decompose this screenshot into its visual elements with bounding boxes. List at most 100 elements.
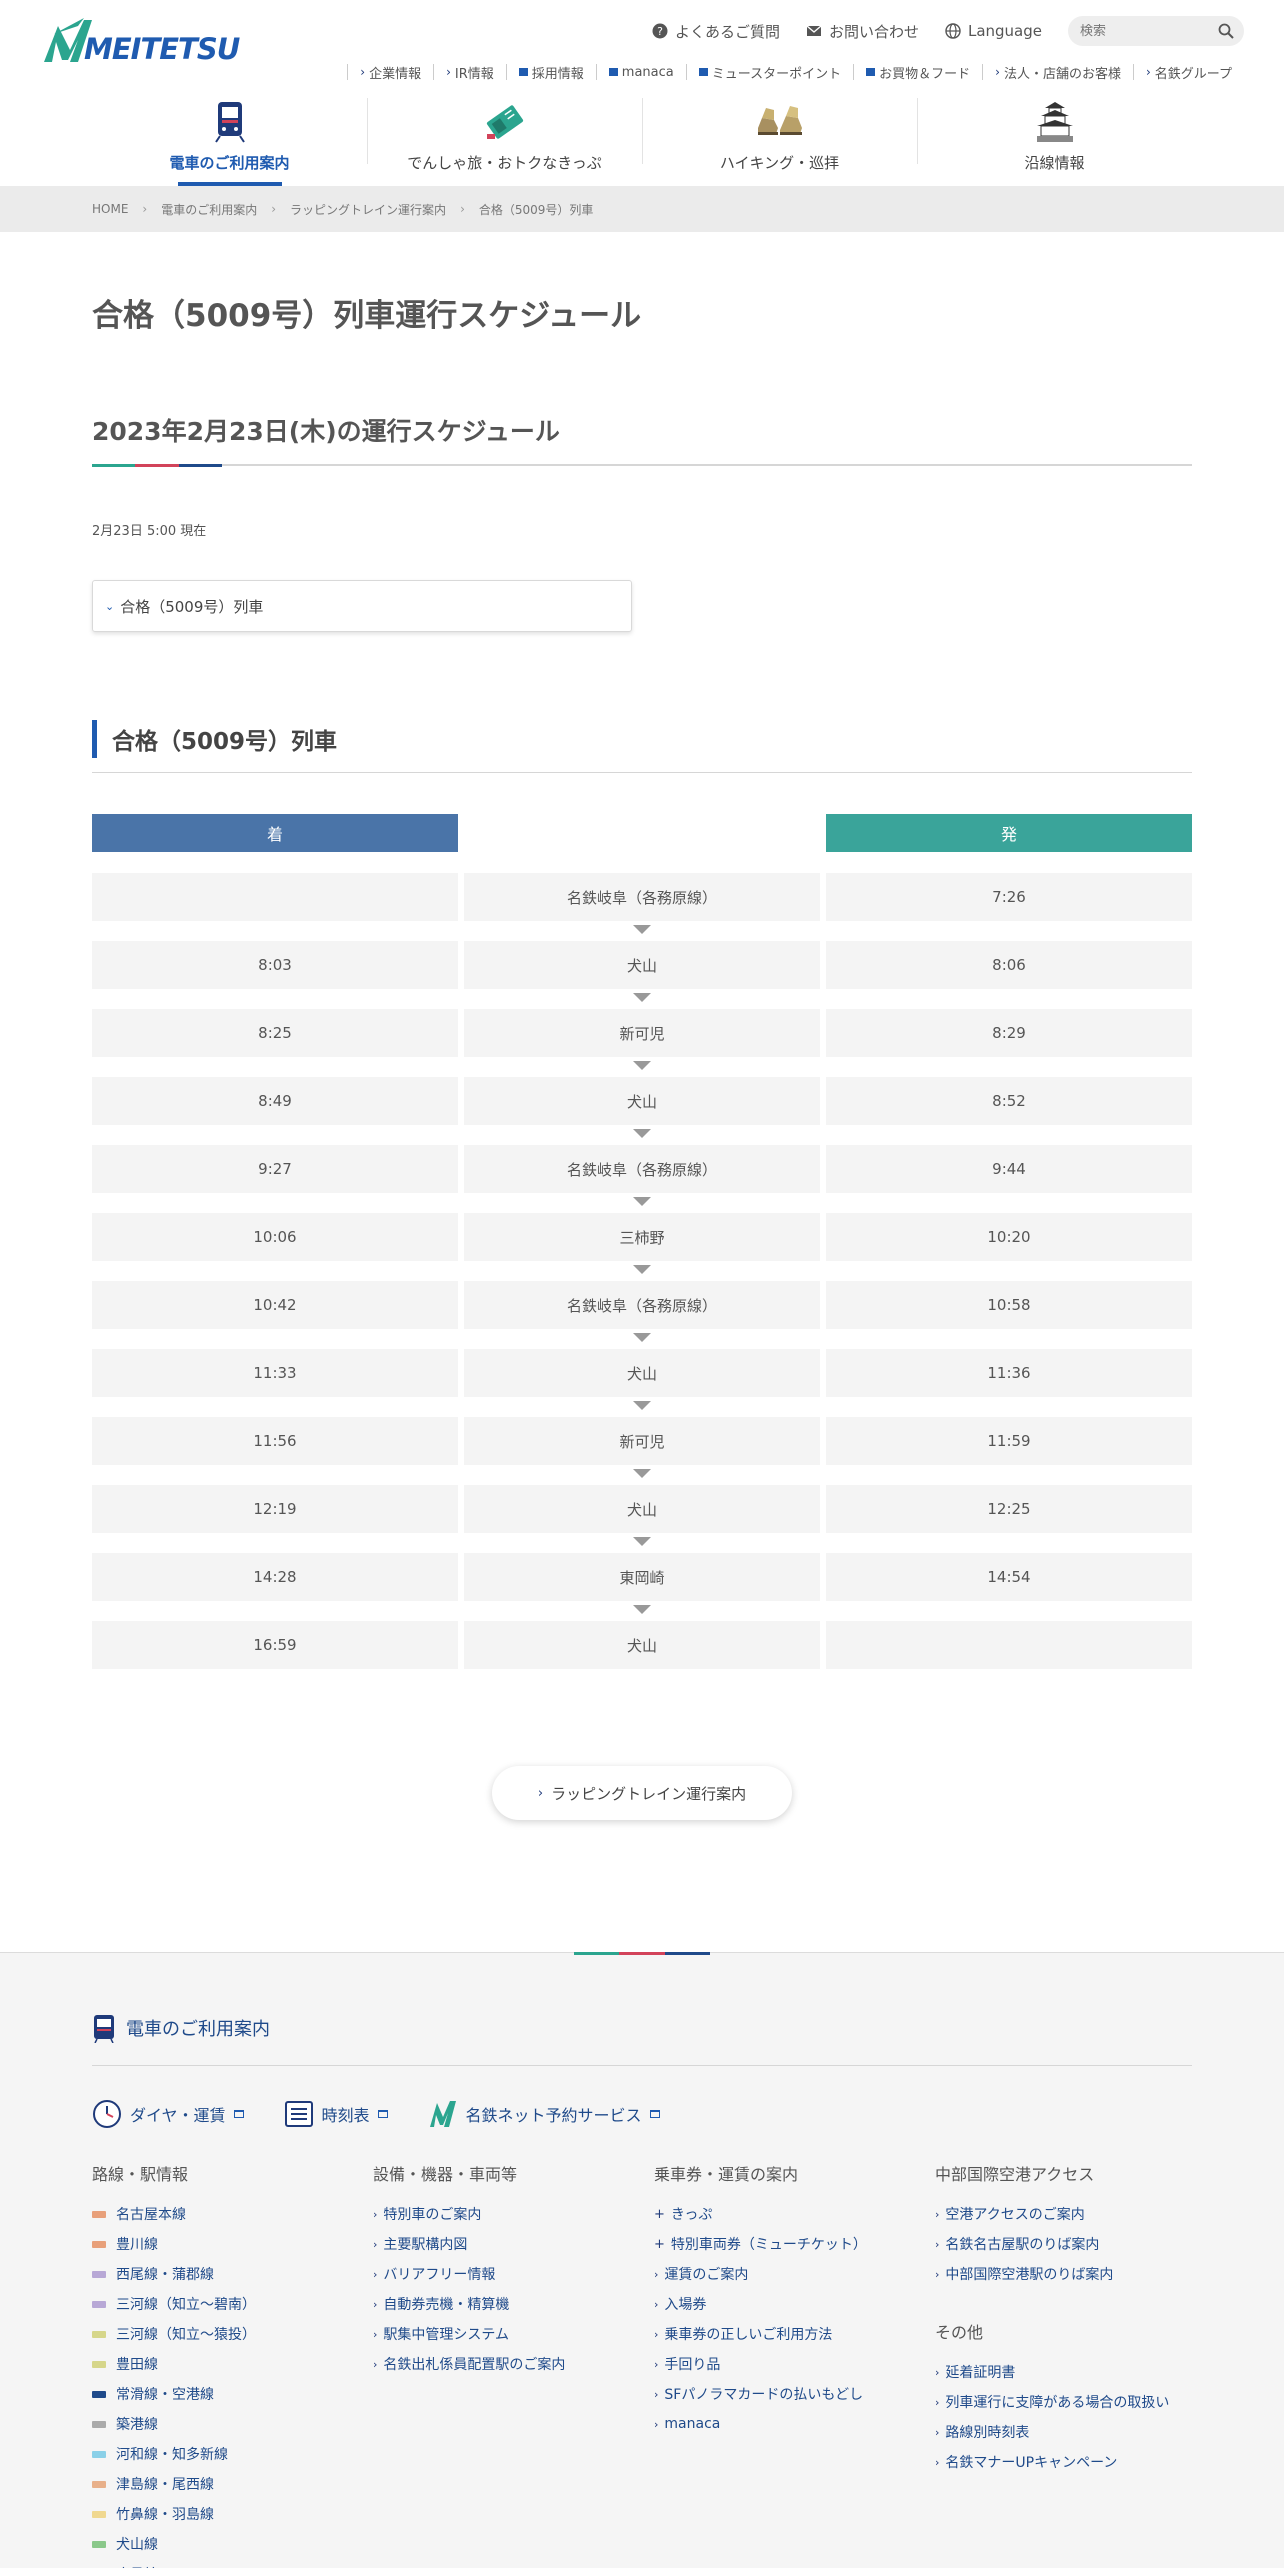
footer-link[interactable]: › 名鉄マナーUPキャンペーン — [935, 2447, 1169, 2477]
footer-link-label: 入場券 — [664, 2297, 707, 2313]
footer-link-label: 名鉄マナーUPキャンペーン — [945, 2455, 1118, 2471]
plus-icon: + — [654, 2206, 665, 2222]
footer-link[interactable]: › 路線別時刻表 — [935, 2417, 1169, 2447]
breadcrumb-current: 合格（5009号）列車 — [478, 202, 594, 217]
meitetsu-logo[interactable]: MEITETSU — [40, 14, 240, 68]
train-anchor-label: 合格（5009号）列車 — [120, 597, 264, 616]
plus-icon: + — [654, 2236, 665, 2252]
mainnav-area-info[interactable]: 沿線情報 — [917, 92, 1192, 186]
footer-link[interactable]: 築港線 — [92, 2409, 256, 2439]
footer-link[interactable]: › 運賃のご案内 — [654, 2259, 867, 2289]
footer-link[interactable]: › manaca — [654, 2409, 867, 2439]
footer-link-label: 列車運行に支障がある場合の取扱い — [945, 2395, 1170, 2411]
footer-link[interactable]: › 手回り品 — [654, 2349, 867, 2379]
mainnav-hiking[interactable]: ハイキング・巡拝 — [642, 92, 917, 186]
globe-icon — [945, 23, 961, 39]
timetable-row: 9:27 名鉄岐阜（各務原線） 9:44 — [92, 1145, 1192, 1193]
footer-link[interactable]: 三河線（知立～碧南） — [92, 2289, 256, 2319]
subnav-shopping[interactable]: お買物＆フード — [853, 64, 982, 82]
footer-link[interactable]: 広見線 — [92, 2559, 256, 2568]
mainnav-train-guide[interactable]: 電車のご利用案内 — [92, 92, 367, 186]
footer-link[interactable]: 竹鼻線・羽島線 — [92, 2499, 256, 2529]
line-color-swatch — [92, 2240, 106, 2248]
down-arrow-icon — [633, 1197, 651, 1206]
footer-link[interactable]: › 特別車のご案内 — [373, 2199, 565, 2229]
chevron-right-icon: › — [935, 2395, 940, 2409]
footer-col-title: 路線・駅情報 — [92, 2165, 189, 2184]
subnav-business[interactable]: › 法人・店舗のお客様 — [982, 64, 1133, 82]
footer-link[interactable]: › 自動券売機・精算機 — [373, 2289, 565, 2319]
breadcrumb-home[interactable]: HOME — [92, 202, 128, 216]
subnav-group[interactable]: › 名鉄グループ — [1132, 64, 1244, 82]
chevron-right-icon: › — [935, 2267, 940, 2281]
arrival-time-cell: 9:27 — [92, 1145, 458, 1193]
footer-link-label: きっぷ — [670, 2207, 713, 2223]
footer-link-label: 路線別時刻表 — [945, 2425, 1030, 2441]
footer-link[interactable]: › 名鉄出札係員配置駅のご案内 — [373, 2349, 565, 2379]
footer-link[interactable]: › 延着証明書 — [935, 2357, 1169, 2387]
footer-link[interactable]: 名古屋本線 — [92, 2199, 256, 2229]
mainnav-label: 電車のご利用案内 — [169, 154, 290, 172]
footer-link[interactable]: › 空港アクセスのご案内 — [935, 2199, 1169, 2229]
chevron-right-icon: › — [654, 2267, 659, 2281]
arrival-time-cell: 8:49 — [92, 1077, 458, 1125]
footer-link[interactable]: › 列車運行に支障がある場合の取扱い — [935, 2387, 1169, 2417]
footer-heading[interactable]: 電車のご利用案内 — [92, 2013, 270, 2043]
wrapping-train-guide-label: ラッピングトレイン運行案内 — [551, 1784, 747, 1803]
footer-link[interactable]: 三河線（知立～猿投） — [92, 2319, 256, 2349]
arrival-time-cell: 8:25 — [92, 1009, 458, 1057]
train-anchor-link[interactable]: ⌄ 合格（5009号）列車 — [92, 580, 632, 632]
line-color-swatch — [92, 2420, 106, 2428]
net-reservation-link[interactable]: 名鉄ネット予約サービス — [428, 2099, 660, 2129]
chevron-right-icon: › — [935, 2237, 940, 2251]
subnav-manaca[interactable]: manaca — [595, 64, 686, 80]
chevron-right-icon: › — [995, 65, 1000, 79]
subnav-label: manaca — [621, 64, 674, 80]
footer-link[interactable]: › 主要駅構内図 — [373, 2229, 565, 2259]
departure-time-cell: 12:25 — [826, 1485, 1192, 1533]
footer-link-label: 名鉄名古屋駅のりば案内 — [945, 2237, 1100, 2253]
breadcrumb-wrapping-train[interactable]: ラッピングトレイン運行案内 — [290, 201, 446, 218]
chevron-right-icon: › — [654, 2357, 659, 2371]
chevron-right-icon: › — [460, 202, 465, 216]
fare-timetable-link[interactable]: ダイヤ・運賃 — [92, 2099, 244, 2129]
search-icon[interactable] — [1218, 23, 1234, 39]
subnav-recruit[interactable]: 採用情報 — [505, 64, 596, 82]
footer-link[interactable]: 常滑線・空港線 — [92, 2379, 256, 2409]
footer-link[interactable]: 豊田線 — [92, 2349, 256, 2379]
footer-link[interactable]: › 入場券 — [654, 2289, 867, 2319]
down-arrow-icon — [633, 1605, 651, 1614]
faq-link[interactable]: ? よくあるご質問 — [652, 21, 780, 42]
section-title: 2023年2月23日(木)の運行スケジュール — [92, 417, 560, 446]
footer-link[interactable]: 犬山線 — [92, 2529, 256, 2559]
footer-link[interactable]: › 中部国際空港駅のりば案内 — [935, 2259, 1169, 2289]
mainnav-trip-tickets[interactable]: でんしゃ旅・おトクなきっぷ — [367, 92, 642, 186]
language-link[interactable]: Language — [945, 22, 1042, 40]
subnav-mustar-point[interactable]: ミュースターポイント — [685, 64, 853, 82]
footer-link[interactable]: › 駅集中管理システム — [373, 2319, 565, 2349]
footer-link[interactable]: 西尾線・蒲郡線 — [92, 2259, 256, 2289]
footer-link-label: 中部国際空港駅のりば案内 — [945, 2267, 1114, 2283]
footer-link-label: 常滑線・空港線 — [116, 2387, 214, 2403]
wrapping-train-guide-button[interactable]: › ラッピングトレイン運行案内 — [492, 1766, 792, 1820]
footer-link[interactable]: › バリアフリー情報 — [373, 2259, 565, 2289]
footer-link[interactable]: 河和線・知多新線 — [92, 2439, 256, 2469]
breadcrumb: HOME › 電車のご利用案内 › ラッピングトレイン運行案内 › 合格（500… — [0, 186, 1284, 232]
contact-link[interactable]: お問い合わせ — [806, 21, 919, 42]
subnav-ir[interactable]: › IR情報 — [433, 64, 506, 82]
footer-link[interactable]: › 乗車券の正しいご利用方法 — [654, 2319, 867, 2349]
breadcrumb-train-guide[interactable]: 電車のご利用案内 — [161, 201, 257, 218]
subnav-corporate[interactable]: › 企業情報 — [347, 64, 433, 82]
footer-link[interactable]: + きっぷ — [654, 2199, 867, 2229]
footer-link[interactable]: › 名鉄名古屋駅のりば案内 — [935, 2229, 1169, 2259]
line-color-swatch — [92, 2390, 106, 2398]
timetable-link[interactable]: 時刻表 — [284, 2099, 388, 2129]
subnav-label: お買物＆フード — [879, 66, 971, 82]
footer-link[interactable]: + 特別車両券（ミューチケット） — [654, 2229, 867, 2259]
footer-link[interactable]: 津島線・尾西線 — [92, 2469, 256, 2499]
timetable-row: 12:19 犬山 12:25 — [92, 1485, 1192, 1533]
footer-link[interactable]: 豊川線 — [92, 2229, 256, 2259]
footer-link[interactable]: › SFパノラマカードの払いもどし — [654, 2379, 867, 2409]
search-input[interactable] — [1080, 23, 1200, 39]
language-label: Language — [967, 22, 1042, 40]
